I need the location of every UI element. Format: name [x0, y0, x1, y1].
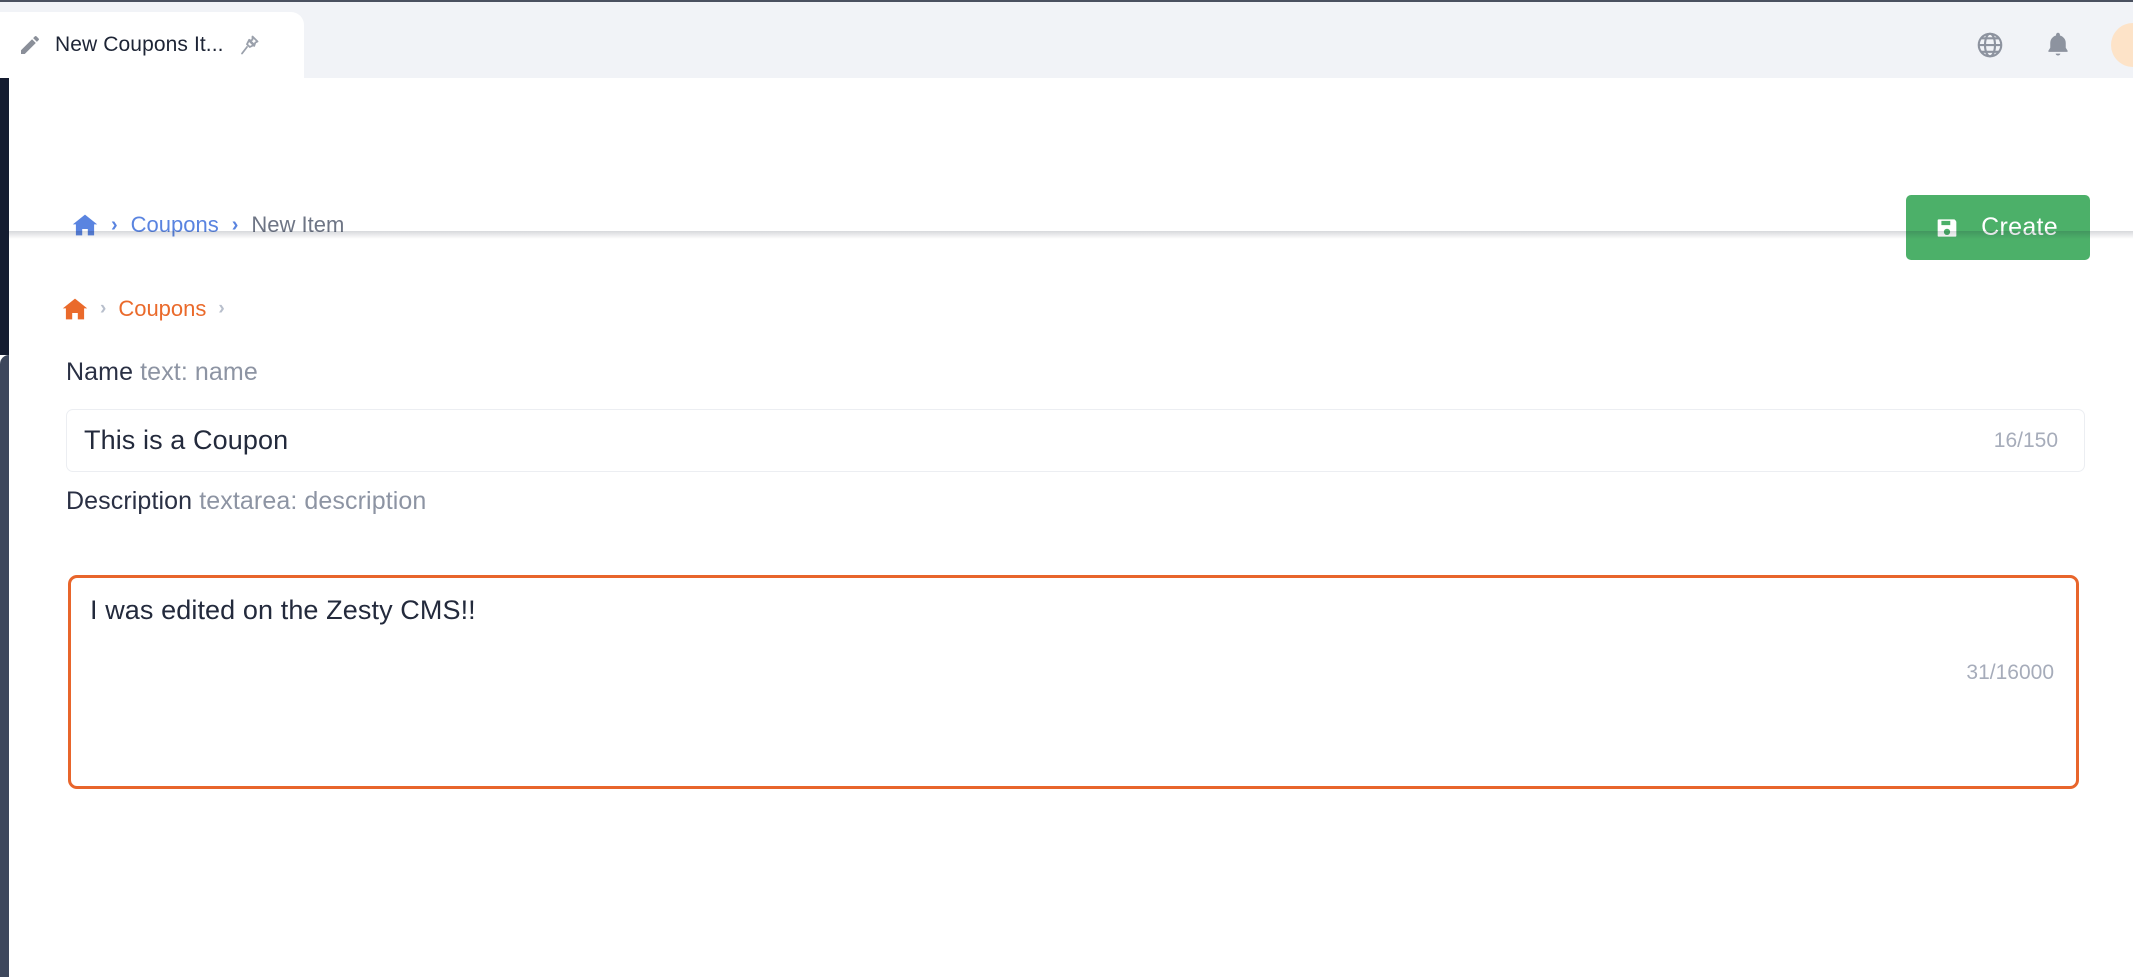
- description-field-label: Description textarea: description: [66, 487, 426, 516]
- name-input-wrapper[interactable]: 16/150: [66, 409, 2085, 472]
- bell-icon[interactable]: [2043, 30, 2073, 60]
- content-breadcrumb: › Coupons ›: [62, 296, 225, 322]
- description-textarea-wrapper[interactable]: 31/16000: [68, 575, 2079, 789]
- content-breadcrumb-item-coupons[interactable]: Coupons: [118, 296, 206, 322]
- home-icon[interactable]: [62, 297, 88, 321]
- name-char-counter: 16/150: [1993, 428, 2058, 452]
- globe-icon[interactable]: [1975, 30, 2005, 60]
- description-field-label-text: Description: [66, 487, 193, 515]
- description-textarea[interactable]: [71, 578, 2076, 786]
- name-input[interactable]: [84, 425, 1994, 456]
- pencil-icon: [18, 33, 42, 57]
- tab-title: New Coupons It...: [55, 33, 224, 56]
- left-rail-upper: [0, 78, 9, 355]
- page-toolbar: › Coupons › New Item Create: [9, 78, 2133, 260]
- left-nav-rail[interactable]: [0, 78, 9, 977]
- toolbar-divider: [9, 231, 2133, 239]
- tab-strip-actions: [1975, 12, 2133, 78]
- name-field-label-meta: text: name: [140, 358, 258, 386]
- name-field-label-text: Name: [66, 358, 134, 386]
- description-field-label-meta: textarea: description: [199, 487, 427, 515]
- description-char-counter: 31/16000: [1966, 661, 2054, 684]
- pin-icon[interactable]: [237, 33, 261, 57]
- left-rail-lower: [0, 355, 9, 977]
- user-avatar[interactable]: [2111, 23, 2133, 67]
- tab-new-coupons-item[interactable]: New Coupons It...: [0, 12, 304, 78]
- browser-tab-strip: New Coupons It...: [0, 0, 2133, 78]
- create-button[interactable]: Create: [1906, 195, 2090, 260]
- content-breadcrumb-separator-1: ›: [100, 298, 107, 319]
- content-breadcrumb-separator-2: ›: [218, 298, 225, 319]
- name-field-label: Name text: name: [66, 358, 258, 387]
